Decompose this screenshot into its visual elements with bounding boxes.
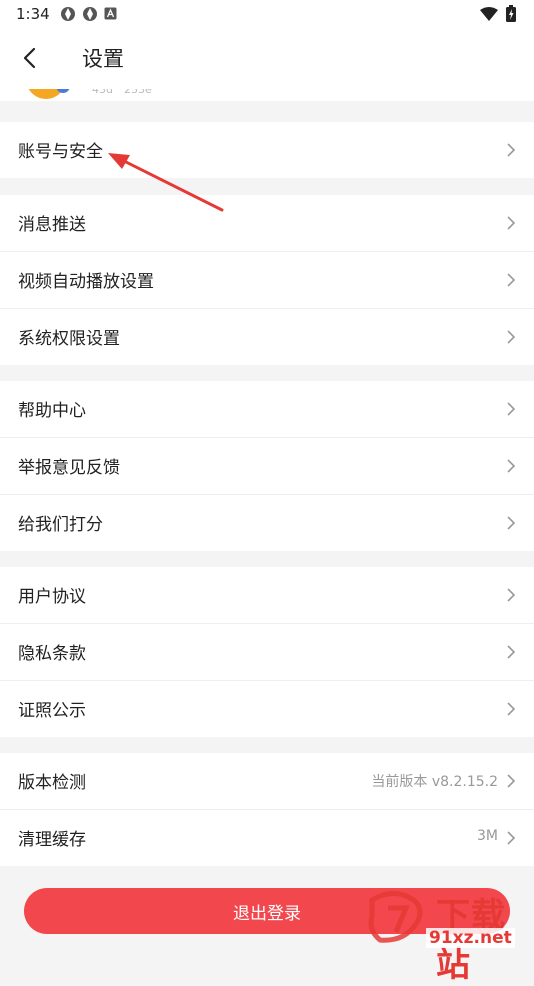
chevron-right-icon [507, 330, 516, 344]
row-account-security[interactable]: 账号与安全 [0, 122, 534, 178]
row-label: 隐私条款 [18, 644, 86, 664]
chevron-right-icon [507, 143, 516, 157]
chevron-right-icon [507, 588, 516, 602]
back-icon[interactable] [18, 46, 42, 70]
chevron-right-icon [507, 459, 516, 473]
profile-peek: 43d 233e [0, 89, 534, 101]
battery-icon [506, 5, 516, 26]
settings-group-account: 账号与安全 [0, 122, 534, 178]
status-time: 1:34 [16, 4, 50, 23]
row-label: 清理缓存 [18, 830, 86, 850]
row-autoplay-settings[interactable]: 视频自动播放设置 [0, 252, 534, 309]
settings-group-legal: 用户协议 隐私条款 证照公示 [0, 567, 534, 737]
row-help-center[interactable]: 帮助中心 [0, 381, 534, 438]
logout-button[interactable]: 退出登录 [24, 888, 510, 934]
row-privacy-terms[interactable]: 隐私条款 [0, 624, 534, 681]
profile-stat: 43d [92, 89, 113, 96]
chevron-right-icon [507, 831, 516, 845]
chevron-right-icon [507, 774, 516, 788]
row-version-check[interactable]: 版本检测 当前版本 v8.2.15.2 [0, 753, 534, 810]
row-label: 举报意见反馈 [18, 458, 120, 478]
profile-stat: 233e [124, 89, 152, 96]
status-bar: 1:34 [0, 0, 534, 27]
row-push-notifications[interactable]: 消息推送 [0, 195, 534, 252]
app-notification-icon [60, 6, 76, 22]
row-report-feedback[interactable]: 举报意见反馈 [0, 438, 534, 495]
row-clear-cache[interactable]: 清理缓存 3M [0, 810, 534, 866]
accessibility-icon [104, 7, 117, 20]
cache-size-value: 3M [477, 828, 498, 844]
row-license-disclosure[interactable]: 证照公示 [0, 681, 534, 737]
row-label: 账号与安全 [18, 142, 103, 162]
row-label: 用户协议 [18, 587, 86, 607]
version-value: 当前版本 v8.2.15.2 [371, 774, 498, 790]
chevron-right-icon [507, 273, 516, 287]
row-rate-us[interactable]: 给我们打分 [0, 495, 534, 551]
settings-group-support: 帮助中心 举报意见反馈 给我们打分 [0, 381, 534, 551]
row-label: 消息推送 [18, 215, 86, 235]
row-label: 给我们打分 [18, 515, 103, 535]
chevron-right-icon [507, 645, 516, 659]
row-label: 视频自动播放设置 [18, 272, 154, 292]
chevron-right-icon [507, 402, 516, 416]
row-label: 证照公示 [18, 701, 86, 721]
app-notification-icon [82, 6, 98, 22]
chevron-right-icon [507, 216, 516, 230]
row-label: 版本检测 [18, 773, 86, 793]
row-system-permissions[interactable]: 系统权限设置 [0, 309, 534, 365]
row-label: 系统权限设置 [18, 329, 120, 349]
row-label: 帮助中心 [18, 401, 86, 421]
wifi-icon [480, 6, 498, 25]
settings-group-general: 消息推送 视频自动播放设置 系统权限设置 [0, 195, 534, 365]
app-header: 设置 [0, 27, 534, 90]
row-user-agreement[interactable]: 用户协议 [0, 567, 534, 624]
settings-group-app: 版本检测 当前版本 v8.2.15.2 清理缓存 3M [0, 753, 534, 866]
chevron-right-icon [507, 516, 516, 530]
page-title: 设置 [82, 47, 124, 71]
chevron-right-icon [507, 702, 516, 716]
avatar [26, 89, 70, 99]
